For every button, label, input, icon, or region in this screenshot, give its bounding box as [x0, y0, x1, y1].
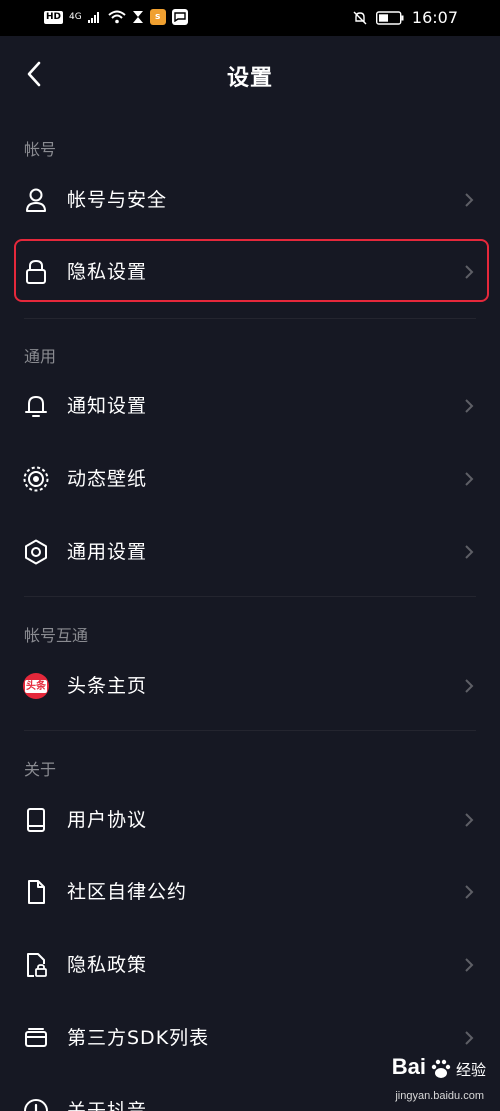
toutiao-logo-icon: 头条: [22, 672, 50, 700]
row-label: 隐私政策: [67, 954, 148, 976]
user-icon: [22, 186, 50, 214]
watermark-url: jingyan.baidu.com: [395, 1090, 484, 1102]
row-label: 头条主页: [67, 675, 148, 697]
page-title: 设置: [226, 66, 273, 91]
section-label-account: 帐号: [24, 140, 57, 159]
row-label: 动态壁纸: [67, 468, 148, 490]
toutiao-badge-text: 头条: [25, 679, 47, 693]
bell-icon: [22, 392, 50, 420]
section-divider: [24, 730, 476, 731]
row-account-security[interactable]: 帐号与安全: [0, 164, 500, 236]
row-notification-settings[interactable]: 通知设置: [0, 370, 500, 442]
book-icon: [22, 806, 50, 834]
signal-icon: [87, 12, 99, 23]
paw-icon: [430, 1058, 452, 1080]
row-label: 第三方SDK列表: [67, 1027, 210, 1049]
message-notification-icon: [171, 9, 188, 25]
lock-icon: [22, 258, 50, 286]
row-label: 通知设置: [67, 395, 148, 417]
watermark-suffix: 经验: [455, 1061, 486, 1079]
row-toutiao-homepage[interactable]: 头条 头条主页: [0, 650, 500, 722]
row-user-agreement[interactable]: 用户协议: [0, 784, 500, 856]
status-bar: HD 4G s 16:07: [0, 0, 500, 36]
chevron-right-icon: [465, 958, 474, 972]
battery-icon: [375, 10, 404, 25]
section-divider: [24, 596, 476, 597]
chevron-right-icon: [465, 472, 474, 486]
header: 设置: [0, 36, 500, 110]
row-community-guidelines[interactable]: 社区自律公约: [0, 856, 500, 928]
row-privacy-settings[interactable]: 隐私设置: [0, 236, 500, 308]
document-icon: [22, 878, 50, 906]
row-label: 帐号与安全: [67, 189, 168, 211]
row-label: 隐私设置: [67, 261, 148, 283]
network-label: 4G: [69, 12, 82, 22]
watermark-brand: Bai: [391, 1054, 426, 1079]
gear-icon: [22, 538, 50, 566]
row-label: 关于抖音: [67, 1100, 148, 1111]
row-label: 社区自律公约: [67, 881, 188, 903]
chevron-right-icon: [465, 885, 474, 899]
info-icon: [22, 1097, 50, 1111]
chevron-right-icon: [465, 813, 474, 827]
hd-badge: HD: [44, 10, 64, 24]
row-live-wallpaper[interactable]: 动态壁纸: [0, 443, 500, 515]
chevron-right-icon: [465, 399, 474, 413]
card-stack-icon: [22, 1024, 50, 1052]
hourglass-icon: [132, 11, 143, 23]
chevron-right-icon: [465, 545, 474, 559]
wifi-icon: [108, 10, 126, 24]
document-lock-icon: [22, 951, 50, 979]
section-label-general: 通用: [24, 347, 57, 366]
row-label: 用户协议: [67, 809, 148, 831]
section-label-about: 关于: [24, 760, 57, 779]
row-privacy-policy[interactable]: 隐私政策: [0, 929, 500, 1001]
clock: 16:07: [411, 8, 458, 27]
app-notification-icon: s: [149, 9, 166, 25]
chevron-right-icon: [465, 1031, 474, 1045]
section-divider: [24, 318, 476, 319]
live-wallpaper-icon: [22, 465, 50, 493]
chevron-right-icon: [465, 679, 474, 693]
status-left: HD 4G s: [44, 9, 188, 25]
status-right: 16:07: [352, 8, 458, 27]
section-label-linked: 帐号互通: [24, 626, 89, 645]
chevron-right-icon: [465, 265, 474, 279]
baidu-jingyan-watermark: Bai 经验: [392, 1054, 486, 1080]
mute-bell-icon: [353, 11, 367, 24]
row-label: 通用设置: [67, 541, 148, 563]
chevron-right-icon: [465, 193, 474, 207]
row-general-settings[interactable]: 通用设置: [0, 516, 500, 588]
